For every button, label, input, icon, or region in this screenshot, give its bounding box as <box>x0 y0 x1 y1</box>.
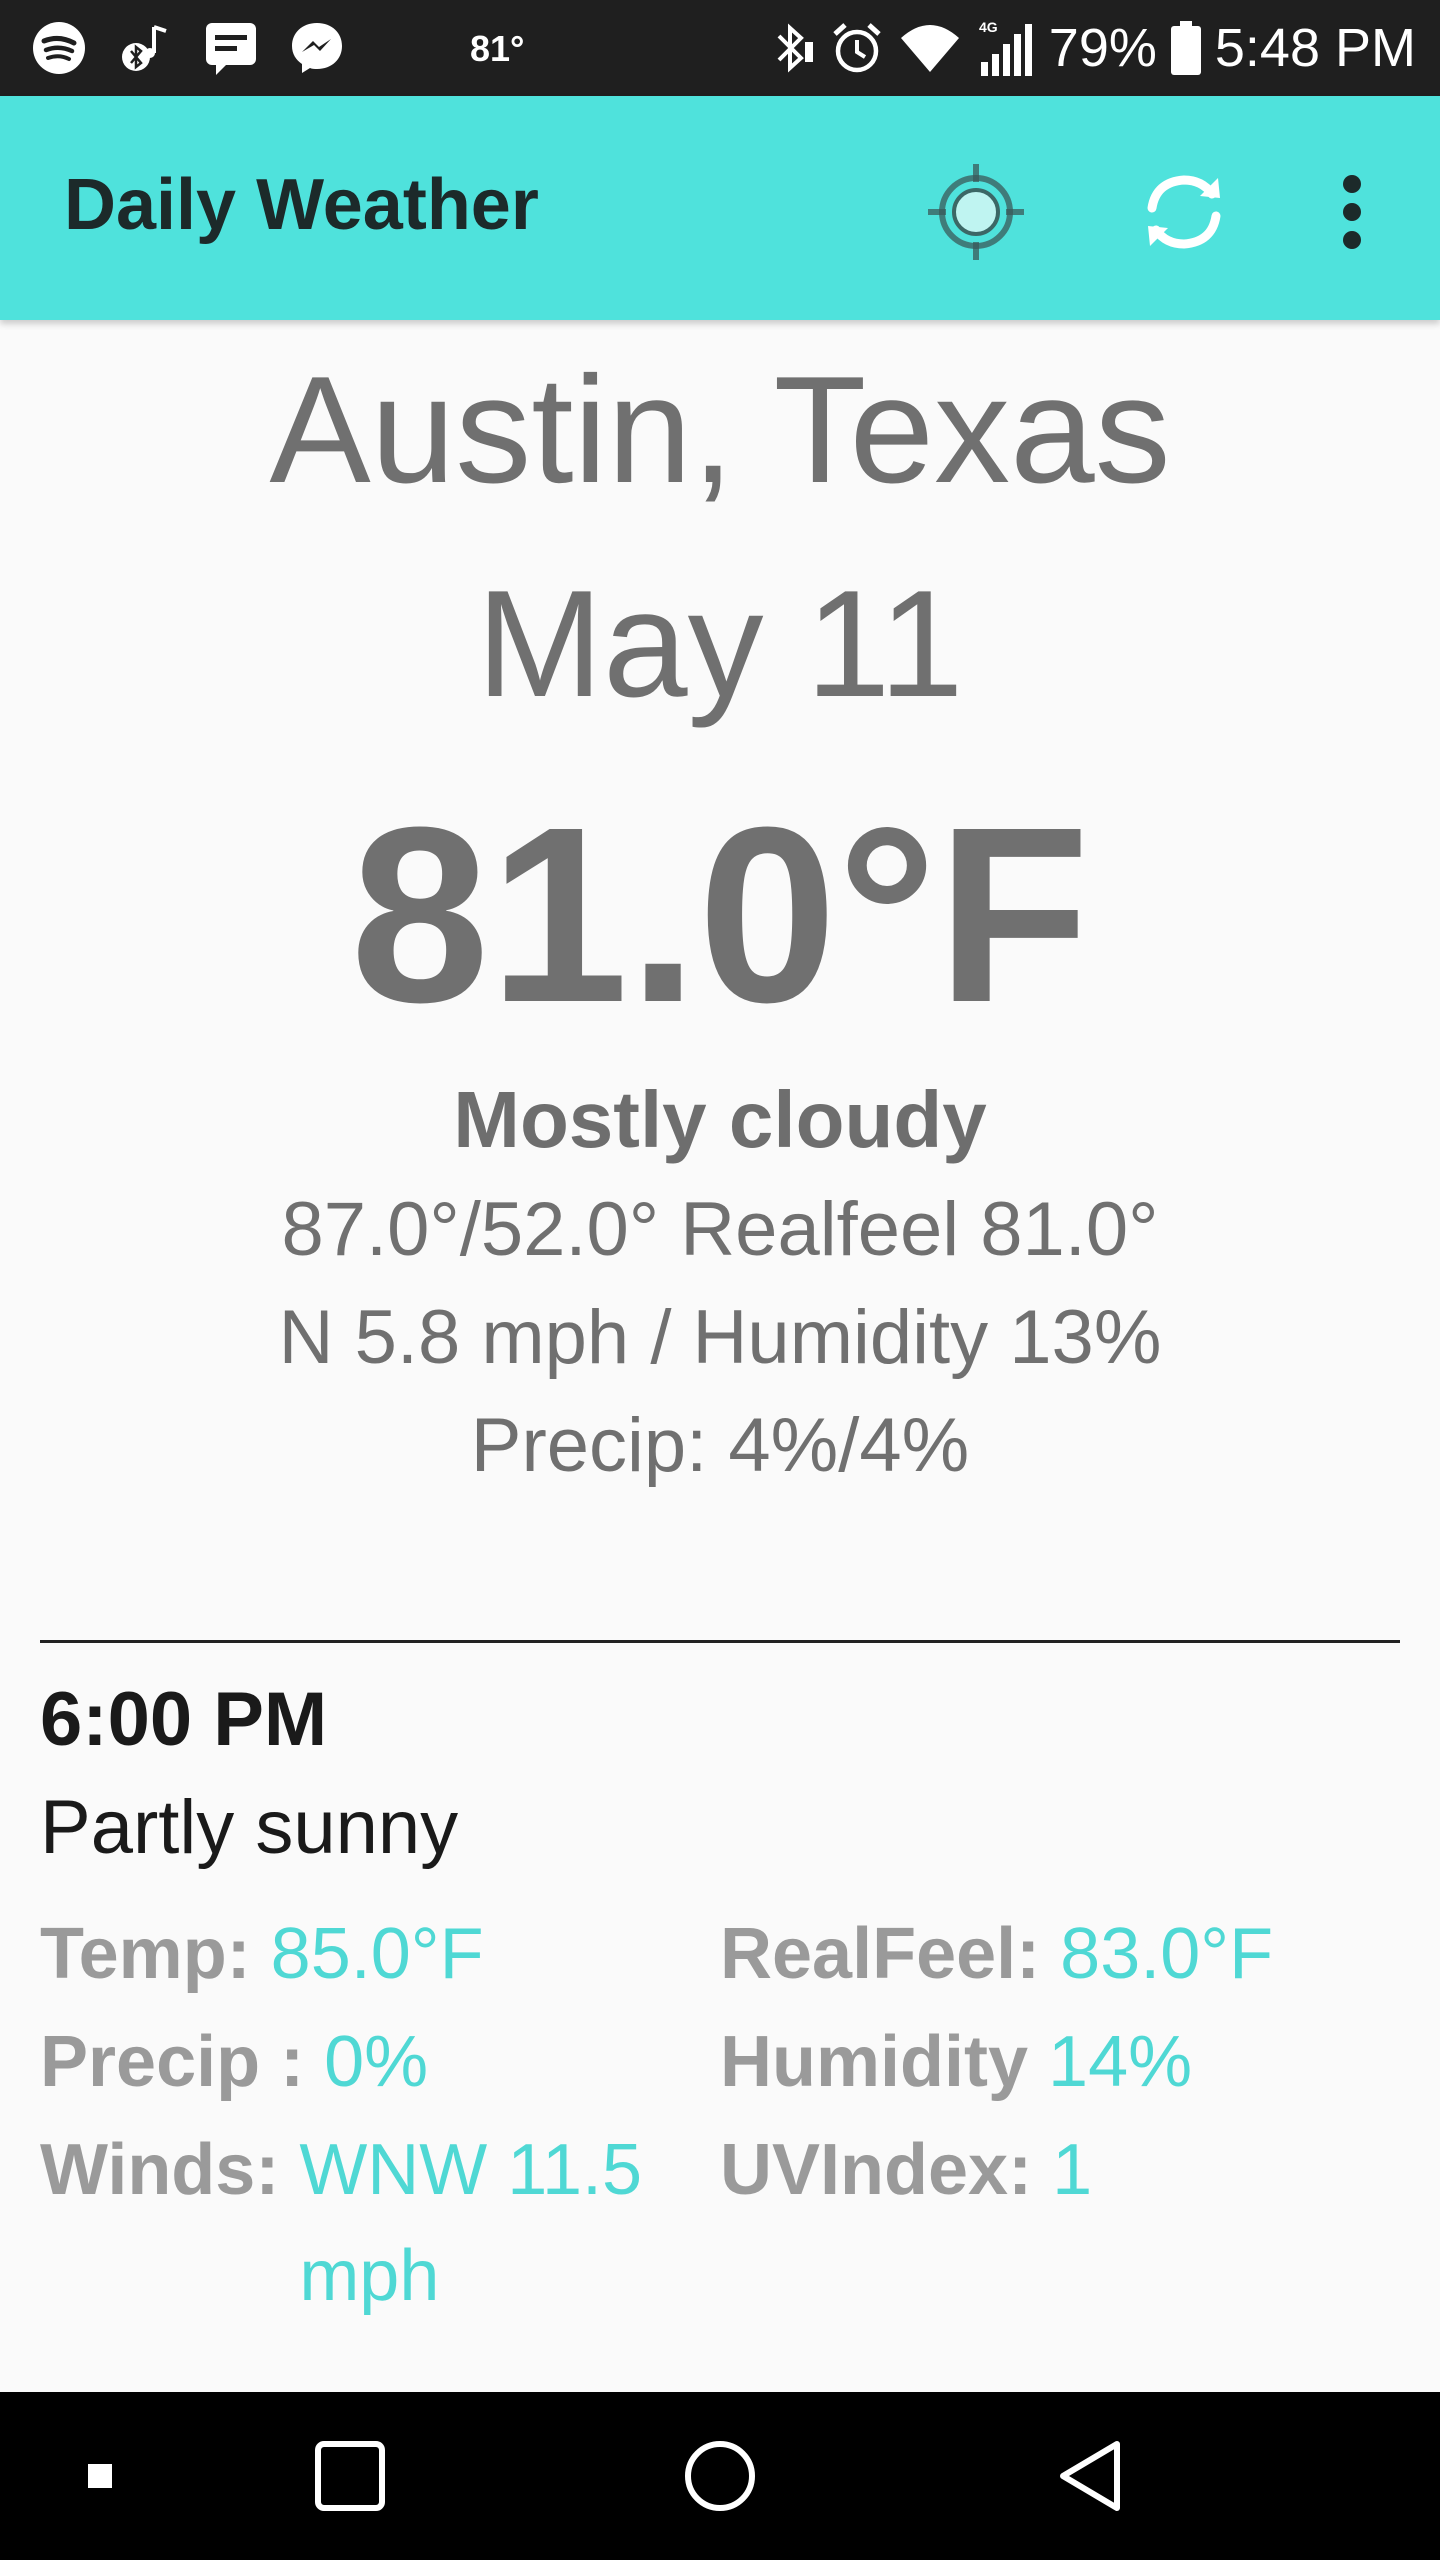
wind-humidity: N 5.8 mph / Humidity 13% <box>278 1295 1162 1380</box>
status-bar: 81° 4G 79% 5:48 PM <box>0 0 1440 96</box>
overflow-menu-icon <box>1343 175 1361 249</box>
hourly-uvindex-label: UVIndex: <box>720 2130 1033 2210</box>
hourly-uvindex: UVIndex: 1 <box>720 2134 1092 2206</box>
hourly-humidity: Humidity 14% <box>720 2026 1192 2098</box>
status-left-icons <box>30 18 346 78</box>
bluetooth-icon <box>777 23 813 73</box>
status-right-icons: 4G 79% 5:48 PM <box>771 14 1416 82</box>
battery-icon <box>1170 21 1201 75</box>
hourly-humidity-value: 14% <box>1048 2022 1193 2102</box>
hourly-humidity-label: Humidity <box>720 2022 1029 2102</box>
hourly-temp: Temp: 85.0°F <box>40 1918 484 1990</box>
message-icon <box>206 23 256 75</box>
network-type: 4G <box>979 19 998 35</box>
hourly-precip-value: 0% <box>324 2022 429 2102</box>
hourly-winds-label: Winds: <box>40 2130 280 2210</box>
spotify-icon <box>33 22 85 74</box>
hourly-precip-label: Precip : <box>40 2022 305 2102</box>
locate-button[interactable] <box>916 152 1036 272</box>
refresh-icon <box>1147 175 1221 249</box>
hourly-winds-value: WNW 11.5 mph <box>299 2130 643 2316</box>
precip-summary: Precip: 4%/4% <box>470 1403 970 1488</box>
hourly-time: 6:00 PM <box>40 1677 328 1762</box>
navigation-bar <box>0 2392 1440 2560</box>
hourly-uvindex-value: 1 <box>1052 2130 1093 2210</box>
nav-home-button[interactable] <box>670 2426 770 2526</box>
divider <box>40 1640 1400 1643</box>
battery-percent: 79% <box>1048 18 1157 78</box>
current-date: May 11 <box>476 559 964 729</box>
hourly-realfeel-label: RealFeel: <box>720 1914 1041 1994</box>
current-condition: Mostly cloudy <box>453 1075 987 1164</box>
hourly-realfeel-value: 83.0°F <box>1060 1914 1274 1994</box>
messenger-icon <box>292 23 342 73</box>
hourly-temp-label: Temp: <box>40 1914 251 1994</box>
hourly-temp-value: 85.0°F <box>270 1914 484 1994</box>
app-bar: Daily Weather <box>0 96 1440 320</box>
current-temperature: 81.0°F <box>350 775 1090 1054</box>
refresh-button[interactable] <box>1124 152 1244 272</box>
signal-icon: 4G <box>979 19 1032 76</box>
overflow-menu-button[interactable] <box>1292 152 1412 272</box>
alarm-icon <box>833 23 881 73</box>
dot-icon <box>88 2464 112 2488</box>
recents-icon <box>315 2441 385 2511</box>
bluetooth-music-icon <box>122 25 167 71</box>
nav-recents-button[interactable] <box>300 2426 400 2526</box>
hi-lo-realfeel: 87.0°/52.0° Realfeel 81.0° <box>281 1187 1159 1272</box>
hourly-winds: Winds: WNW 11.5 mph <box>40 2130 720 2329</box>
home-icon <box>685 2441 755 2511</box>
locate-icon <box>928 164 1024 260</box>
hourly-condition: Partly sunny <box>40 1785 459 1870</box>
nav-dot-button[interactable] <box>50 2426 150 2526</box>
status-temperature: 81° <box>470 28 525 69</box>
status-time: 5:48 PM <box>1214 18 1416 78</box>
city-name: Austin, Texas <box>269 345 1171 515</box>
hourly-precip: Precip : 0% <box>40 2026 428 2098</box>
back-icon <box>1060 2441 1120 2511</box>
wifi-icon <box>900 25 959 72</box>
nav-back-button[interactable] <box>1040 2426 1140 2526</box>
hourly-realfeel: RealFeel: 83.0°F <box>720 1918 1273 1990</box>
app-title: Daily Weather <box>64 165 539 245</box>
